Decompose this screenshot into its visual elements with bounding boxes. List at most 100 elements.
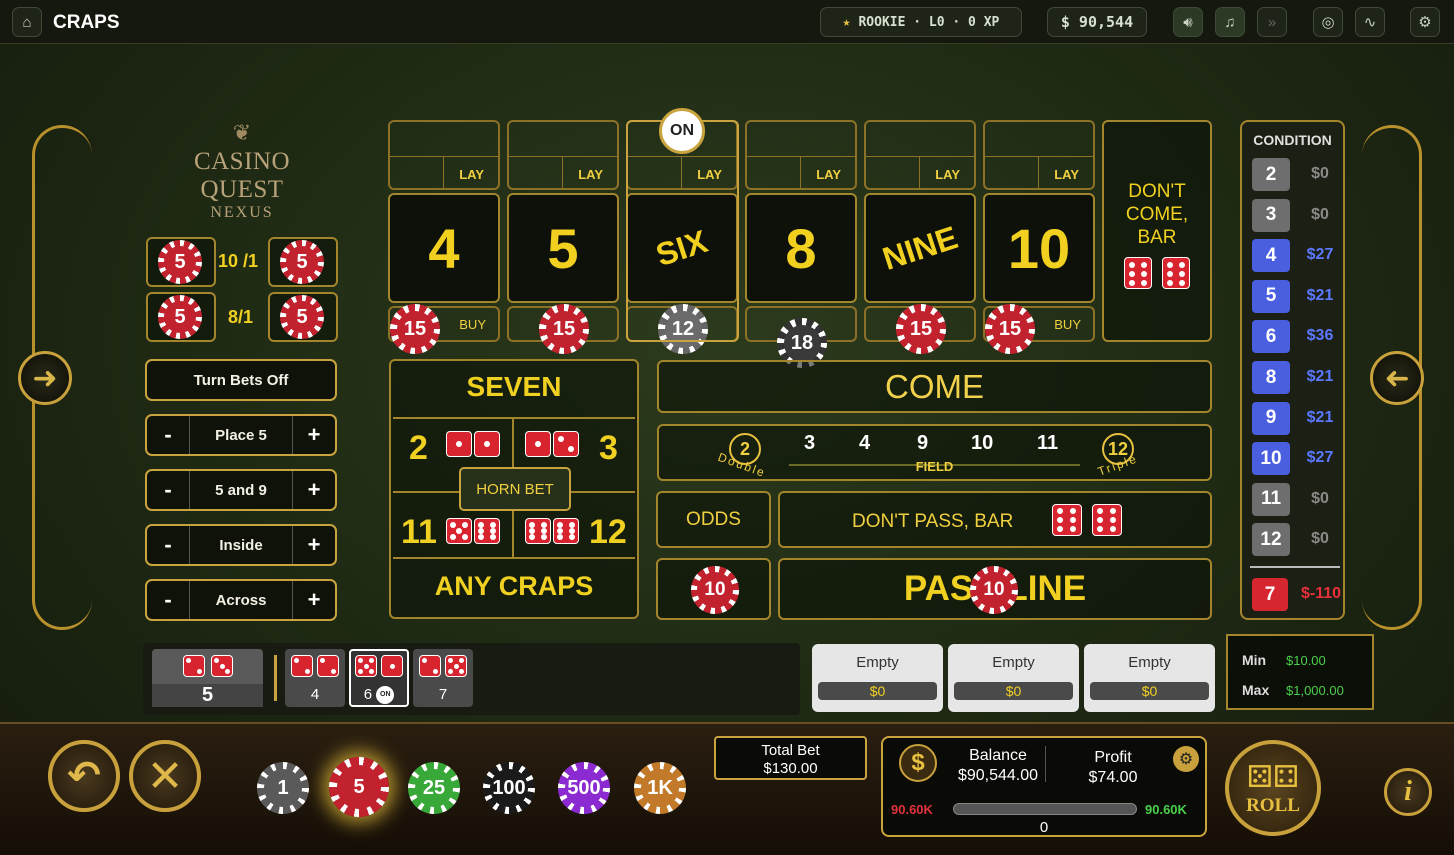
chip: 5 [280,295,324,339]
target-icon[interactable]: ◎ [1313,7,1343,37]
boxcars-bet[interactable]: 12 [589,513,627,552]
odds-bet-area[interactable]: ODDS [656,491,771,548]
minus-button[interactable]: - [147,526,189,564]
preset-label[interactable]: Inside [189,526,293,564]
dollar-icon: $ [899,744,937,782]
minus-button[interactable]: - [147,471,189,509]
arrow-left-icon[interactable]: ➜ [1370,351,1424,405]
field-number: 10 [971,432,994,454]
place-number-1[interactable]: 5 [507,193,619,303]
field-number: 4 [859,432,871,454]
home-icon[interactable]: ⌂ [12,7,42,37]
chip: 10 [691,566,739,614]
clear-bets-icon[interactable]: ✕ [129,740,201,812]
saved-bet-slot[interactable]: Empty $0 [948,644,1079,712]
preset-place-5: - Place 5 + [145,414,337,456]
page-title: CRAPS [53,12,120,33]
any-craps-bet[interactable]: ANY CRAPS [391,571,637,602]
saved-bet-slot[interactable]: Empty $0 [1084,644,1215,712]
dice-icon: ⚄⚃ [1246,760,1300,794]
bet-chip-5[interactable]: 1K [634,762,686,814]
come-bet-area[interactable]: COME [657,360,1212,413]
lay-bet-0[interactable]: LAY [388,120,500,190]
arrow-right-icon[interactable]: ➜ [18,351,72,405]
ace-deuce-bet[interactable]: 3 [599,429,618,468]
history-roll: 6 ON [349,649,409,707]
chip: 10 [970,566,1018,614]
condition-number: 4 [1252,239,1290,273]
condition-value: $0 [1311,205,1329,223]
speaker-icon[interactable]: 🔊︎ [1173,7,1203,37]
place-number-4[interactable]: NINE [864,193,976,303]
condition-value: $21 [1306,286,1334,304]
preset-5-and-9: - 5 and 9 + [145,469,337,511]
dont-pass-bar-area[interactable]: DON'T PASS, BAR [778,491,1212,548]
condition-value: $27 [1306,246,1334,264]
dice-icon [525,518,579,549]
condition-value: $0 [1311,165,1329,182]
plus-button[interactable]: + [293,581,335,619]
history-roll: 4 [285,649,345,707]
lay-bet-3[interactable]: LAY [745,120,857,190]
field-number: 11 [1037,432,1059,454]
aces-bet[interactable]: 2 [409,429,428,468]
yo-bet[interactable]: 11 [401,513,437,552]
dice-icon [1052,504,1123,541]
current-roll: 5 [152,649,263,707]
minus-button[interactable]: - [147,581,189,619]
on-puck-icon: ON [376,686,395,705]
chip: 5 [158,240,202,284]
fast-forward-icon[interactable]: » [1257,7,1287,37]
proposition-area: SEVEN 2 3 11 12 ANY CRAPS HORN BET [389,359,639,619]
preset-inside: - Inside + [145,524,337,566]
chip: 15 [539,304,589,354]
top-bar: ⌂ CRAPS ★ ROOKIE · L0 · 0 XP $ 90,544 🔊︎ … [0,0,1454,44]
place-number-3[interactable]: 8 [745,193,857,303]
place-number-0[interactable]: 4 [388,193,500,303]
info-icon[interactable]: i [1384,768,1432,816]
preset-label[interactable]: Across [189,581,293,619]
turn-bets-off-button[interactable]: Turn Bets Off [145,359,337,401]
condition-value: $21 [1306,368,1334,385]
condition-value: $0 [1311,489,1329,507]
condition-number: 5 [1252,279,1290,313]
preset-label[interactable]: 5 and 9 [189,471,293,509]
horn-bet-button[interactable]: HORN BET [459,467,571,511]
pulse-icon[interactable]: ∿ [1355,7,1385,37]
condition-number: 10 [1252,442,1290,476]
dont-come-bar-area[interactable]: DON'T COME, BAR [1102,120,1212,342]
dice-icon [446,518,500,549]
undo-icon[interactable]: ↶ [48,740,120,812]
condition-number: 3 [1252,198,1290,232]
condition-value: $0 [1311,530,1329,548]
dice-icon [446,431,500,462]
minus-button[interactable]: - [147,416,189,454]
lay-bet-1[interactable]: LAY [507,120,619,190]
bet-chip-4[interactable]: 500 [558,762,610,814]
settings-icon[interactable]: ⚙ [1410,7,1440,37]
bet-chip-0[interactable]: 1 [257,762,309,814]
music-icon[interactable]: ♫ [1215,7,1245,37]
lay-bet-5[interactable]: LAY [983,120,1095,190]
history-roll: 7 [413,649,473,707]
bet-chip-2[interactable]: 25 [408,762,460,814]
hardway-payout-top: 10 /1 [218,251,259,271]
lay-bet-4[interactable]: LAY [864,120,976,190]
gear-icon[interactable]: ⚙ [1173,746,1199,772]
level-badge: ★ ROOKIE · L0 · 0 XP [820,7,1022,37]
dice-icon [525,431,579,462]
place-number-5[interactable]: 10 [983,193,1095,303]
plus-button[interactable]: + [293,416,335,454]
saved-bet-slot[interactable]: Empty $0 [812,644,943,712]
profit-slider[interactable] [953,803,1137,815]
roll-button[interactable]: ⚄⚃ ROLL [1225,740,1321,836]
preset-label[interactable]: Place 5 [189,416,293,454]
plus-button[interactable]: + [293,526,335,564]
condition-value: $27 [1306,449,1334,467]
seven-bet[interactable]: SEVEN [391,371,637,403]
field-number: 3 [804,432,816,454]
bet-chip-1[interactable]: 5 [329,757,389,817]
plus-button[interactable]: + [293,471,335,509]
field-bet-area[interactable]: 2 Double 3 4 9 10 11 FIELD 12 Triple [657,424,1212,481]
bet-chip-3[interactable]: 100 [483,762,535,814]
